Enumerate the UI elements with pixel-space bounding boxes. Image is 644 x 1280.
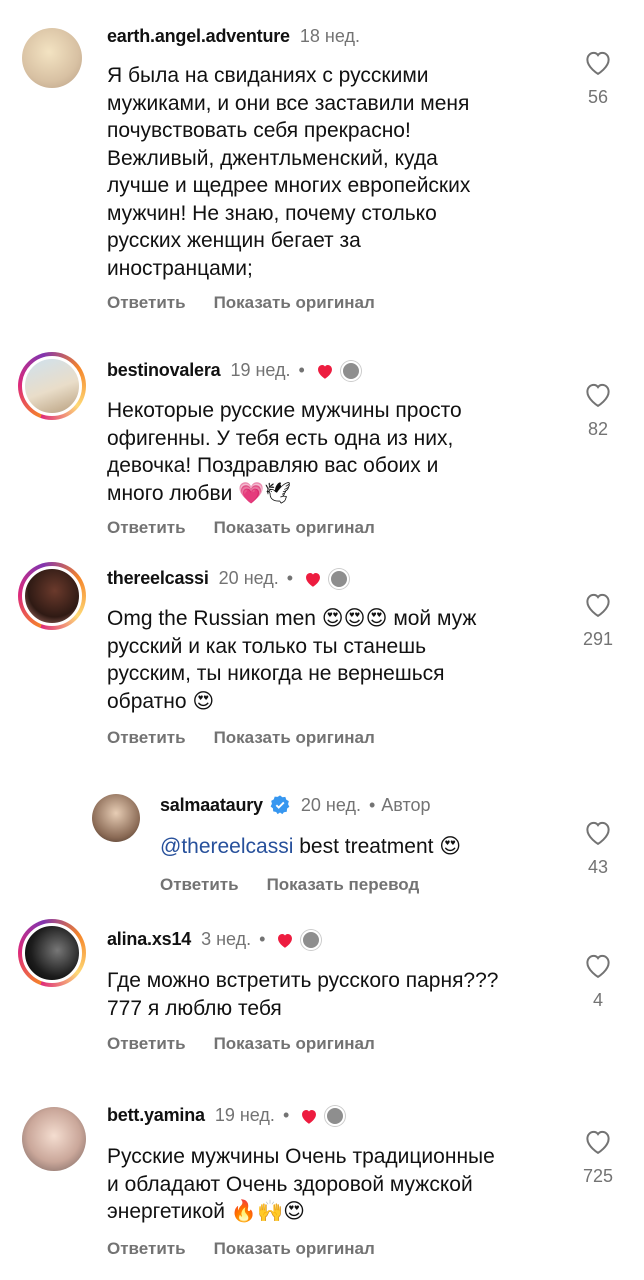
show-original-button[interactable]: Показать оригинал xyxy=(214,518,375,538)
author-avatar xyxy=(325,1105,346,1126)
reply-button[interactable]: Ответить xyxy=(107,728,186,748)
author-avatar xyxy=(340,360,361,381)
author-avatar xyxy=(329,568,350,589)
author-badge: Автор xyxy=(381,794,431,815)
like-count: 725 xyxy=(582,1166,614,1186)
reply-button[interactable]: Ответить xyxy=(160,875,239,895)
comment-text: Некоторые русские мужчины просто офигенн… xyxy=(107,399,462,505)
comment-3: thereelcassi 20 нед. • Omg the Russian m… xyxy=(0,560,644,770)
mention-link[interactable]: @thereelcassi xyxy=(160,835,293,858)
comment-text: @thereelcassi best treatment 😍 xyxy=(160,834,462,858)
comment-6: bett.yamina 19 нед. • Русские мужчины Оч… xyxy=(0,1095,644,1280)
heart-filled-icon xyxy=(306,572,321,587)
show-original-button[interactable]: Показать оригинал xyxy=(214,1239,375,1259)
emoji: 😍 xyxy=(192,688,215,713)
reply-button[interactable]: Ответить xyxy=(107,518,186,538)
heart-filled-icon xyxy=(317,364,332,379)
timestamp: 20 нед. xyxy=(300,794,361,815)
username[interactable]: salmaataury xyxy=(160,795,263,816)
avatar[interactable] xyxy=(18,562,86,630)
comment-2: bestinovalera 19 нед. • Некоторые русски… xyxy=(0,340,644,560)
reply-button[interactable]: Ответить xyxy=(107,1034,186,1054)
timestamp: 19 нед. xyxy=(230,360,291,380)
show-translation-button[interactable]: Показать перевод xyxy=(267,875,420,895)
verified-badge-icon xyxy=(270,795,290,815)
heart-filled-icon xyxy=(278,933,293,948)
reply-button[interactable]: Ответить xyxy=(107,1239,186,1259)
reply-button[interactable]: Ответить xyxy=(107,293,186,313)
avatar[interactable] xyxy=(92,794,140,842)
username[interactable]: alina.xs14 xyxy=(107,929,191,950)
comment-text: Omg the Russian men 😍😍😍 мой муж русский … xyxy=(107,606,477,713)
heart-outline-icon[interactable] xyxy=(583,951,613,979)
like-count: 56 xyxy=(587,87,609,107)
emoji: 😍😍😍 xyxy=(321,606,388,630)
avatar[interactable] xyxy=(22,28,82,88)
comment-text: Я была на свиданиях с русскими мужиками,… xyxy=(107,64,471,280)
heart-outline-icon[interactable] xyxy=(583,380,613,408)
heart-outline-icon[interactable] xyxy=(583,48,613,76)
timestamp: 20 нед. xyxy=(218,568,279,588)
timestamp: 19 нед. xyxy=(214,1105,275,1125)
emoji: 😍 xyxy=(439,834,462,858)
emoji: 💗🕊 xyxy=(238,480,291,505)
avatar[interactable] xyxy=(22,1107,86,1171)
avatar[interactable] xyxy=(18,919,86,987)
username[interactable]: earth.angel.adventure xyxy=(107,26,290,47)
username[interactable]: thereelcassi xyxy=(107,568,209,589)
show-original-button[interactable]: Показать оригинал xyxy=(214,1034,375,1054)
username[interactable]: bestinovalera xyxy=(107,360,221,381)
emoji: 🔥🙌😍 xyxy=(230,1199,306,1223)
comment-1: earth.angel.adventure 18 нед. Я была на … xyxy=(0,0,644,330)
like-count: 43 xyxy=(587,857,609,877)
comment-text: Где можно встретить русского парня??? 77… xyxy=(107,969,499,1020)
heart-outline-icon[interactable] xyxy=(583,590,613,618)
heart-outline-icon[interactable] xyxy=(583,1127,613,1155)
like-count: 4 xyxy=(592,990,603,1010)
heart-outline-icon[interactable] xyxy=(583,818,613,846)
timestamp: 18 нед. xyxy=(299,26,360,46)
author-avatar xyxy=(301,929,322,950)
comment-5: alina.xs14 3 нед. • Где можно встретить … xyxy=(0,915,644,1075)
timestamp: 3 нед. xyxy=(201,929,252,949)
comment-text: Русские мужчины Очень традиционные и обл… xyxy=(107,1145,495,1223)
heart-filled-icon xyxy=(302,1109,317,1124)
comment-reply: salmaataury 20 нед. • Автор @thereelcass… xyxy=(0,780,644,900)
show-original-button[interactable]: Показать оригинал xyxy=(214,728,375,748)
username[interactable]: bett.yamina xyxy=(107,1105,205,1126)
like-count: 82 xyxy=(587,419,609,439)
like-count: 291 xyxy=(582,629,614,649)
show-original-button[interactable]: Показать оригинал xyxy=(214,293,375,313)
avatar[interactable] xyxy=(18,352,86,420)
